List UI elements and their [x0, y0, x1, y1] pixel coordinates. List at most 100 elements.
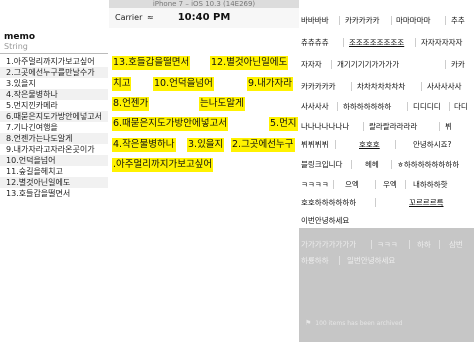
tag-item[interactable]: ㅋㅋㅋㅋ — [301, 180, 329, 190]
tag-separator — [337, 102, 338, 111]
highlight-word[interactable]: 6.때묻은지도가방안에넣고서 — [112, 117, 228, 131]
tag-separator — [409, 240, 410, 249]
tag-item[interactable]: 블링크입니다 — [301, 160, 342, 170]
tag-item[interactable]: 사사사사사 — [427, 82, 462, 92]
highlight-word[interactable]: 3.있을지 — [187, 138, 225, 152]
tag-separator — [405, 180, 406, 189]
archived-text: 100 items has been archived — [315, 320, 403, 327]
tag-separator — [407, 102, 408, 111]
archived-notice: ⚑ 100 items has been archived — [305, 319, 402, 327]
table-row[interactable]: 7.기나긴여행을 — [0, 122, 108, 133]
tag-item[interactable]: 자자자자자자 — [421, 38, 462, 48]
tag-item[interactable]: 꼬르르르륵 — [409, 198, 444, 208]
tag-separator — [371, 240, 372, 249]
status-time: 10:40 PM — [177, 12, 231, 23]
tag-separator — [421, 82, 422, 91]
highlight-word[interactable]: .아주멀리까지가보고싶어 — [112, 158, 214, 172]
simulator-window: iPhone 7 – iOS 10.3 (14E269) Carrier ≈ 1… — [109, 0, 299, 342]
tag-item[interactable]: 삼번 — [449, 240, 463, 250]
table-row[interactable]: 10.언덕을넘어 — [0, 155, 108, 166]
highlight-word[interactable]: 13.호들갑을떨면서 — [112, 56, 191, 70]
tag-separator — [439, 240, 440, 249]
tag-separator — [375, 180, 376, 189]
tag-item[interactable]: 자자자 — [301, 60, 322, 70]
tag-item[interactable]: 츄츄츄츄 — [301, 38, 329, 48]
highlight-text-view[interactable] — [109, 28, 299, 342]
tag-item[interactable]: 카카 — [451, 60, 465, 70]
highlight-word[interactable]: 12.별것아닌일에도 — [210, 56, 289, 70]
tag-item[interactable]: 이번안녕하세요 — [301, 216, 349, 226]
table-row[interactable]: 11.숲길을헤치고 — [0, 166, 108, 177]
highlight-word[interactable]: 2.그곳에선누구 — [231, 138, 295, 152]
tag-item[interactable]: ㅋㅋㅋ — [377, 240, 398, 250]
tag-separator — [415, 38, 416, 47]
tag-item[interactable]: 으엑 — [345, 180, 359, 190]
tag-item[interactable]: 내하하하핫 — [413, 180, 448, 190]
tag-separator — [351, 160, 352, 169]
tag-separator — [391, 160, 392, 169]
tag-separator — [375, 198, 376, 207]
tag-item[interactable]: 바바바바 — [301, 16, 329, 26]
column-type: String — [4, 42, 28, 51]
table-row[interactable]: 6.때묻은지도가방안에넣고서 — [0, 111, 108, 122]
table-row[interactable]: 5.먼지낀카메라 — [0, 100, 108, 111]
highlight-word[interactable]: 5.먼지 — [269, 117, 298, 131]
header-divider — [0, 53, 108, 54]
tag-item[interactable]: 차차차차차차차 — [357, 82, 405, 92]
tag-separator — [331, 60, 332, 69]
tag-item[interactable]: 카카카카카 — [345, 16, 380, 26]
highlight-word[interactable]: 4.작은물병하나 — [112, 138, 176, 152]
simulator-title: iPhone 7 – iOS 10.3 (14E269) — [109, 0, 299, 8]
table-row[interactable]: 3.있을지 — [0, 78, 108, 89]
tag-item[interactable]: 디디디디 — [413, 102, 441, 112]
archive-icon: ⚑ — [305, 319, 312, 327]
table-row[interactable]: 4.작은물병하나 — [0, 89, 108, 100]
tag-item[interactable]: 카카카카카 — [301, 82, 336, 92]
tag-item[interactable]: 안녕하시죠? — [413, 140, 451, 150]
tag-item[interactable]: 일번안녕하세요 — [347, 256, 395, 266]
tag-item[interactable]: 호호하하하하하하 — [301, 198, 356, 208]
table-row[interactable]: 1.아주멀리까지가보고싶어 — [0, 56, 108, 67]
highlight-word[interactable]: 10.언덕을넘어 — [153, 77, 214, 91]
table-row[interactable]: 2.그곳에선누구를만날수가 — [0, 67, 108, 78]
tag-item[interactable]: 뷔 — [445, 122, 452, 132]
tag-item[interactable]: 하하하하하하하 — [343, 102, 391, 112]
tag-separator — [339, 16, 340, 25]
column-title[interactable]: memo — [4, 32, 35, 42]
highlight-word[interactable]: 8.언젠가 — [112, 97, 150, 111]
tag-item[interactable]: 우엑 — [383, 180, 397, 190]
tag-item[interactable]: 추추 — [451, 16, 465, 26]
highlight-word[interactable]: 9.내가자라 — [247, 77, 294, 91]
tag-separator — [439, 122, 440, 131]
tag-item[interactable]: 가가가가가가가가 — [301, 240, 356, 250]
tag-separator — [343, 38, 344, 47]
tag-item[interactable]: 나나나나나나나 — [301, 122, 349, 132]
tag-item[interactable]: 개기기기기가가가가 — [337, 60, 399, 70]
tag-separator — [333, 180, 334, 189]
tag-item[interactable]: ㅎ하하하하하하하하 — [397, 160, 459, 170]
highlight-word[interactable]: 치고 — [112, 77, 132, 91]
memo-list-panel: memo String 1.아주멀리까지가보고싶어 2.그곳에선누구를만날수가 … — [0, 0, 108, 342]
tag-item[interactable]: 랄라랄라라라라 — [369, 122, 417, 132]
tag-item[interactable]: 뷔뷔뷔뷔 — [301, 140, 329, 150]
tag-item[interactable]: 마마마마마 — [396, 16, 431, 26]
tag-item[interactable]: 하룡하하 — [301, 256, 329, 266]
tag-separator — [449, 102, 450, 111]
tag-separator — [445, 16, 446, 25]
table-row[interactable]: 13.호들갑을떨면서 — [0, 188, 108, 199]
tag-item[interactable]: 호호호 — [359, 140, 380, 150]
tag-item[interactable]: 사사사사 — [301, 102, 329, 112]
tag-separator — [339, 256, 340, 265]
tag-item[interactable]: 헤헤 — [365, 160, 379, 170]
tag-separator — [363, 122, 364, 131]
tag-item[interactable]: 하하 — [417, 240, 431, 250]
tag-item[interactable]: 조조조조조조조조 — [349, 38, 404, 48]
tag-cloud-panel: 바바바바 카카카카카 마마마마마 추추 츄츄츄츄 조조조조조조조조 자자자자자자… — [299, 0, 474, 342]
table-row[interactable]: 12.별것아닌일에도 — [0, 177, 108, 188]
tag-separator — [335, 140, 336, 149]
tag-separator — [395, 140, 396, 149]
table-row[interactable]: 8.언젠가는나도알게 — [0, 133, 108, 144]
tag-item[interactable]: 다디 — [454, 102, 468, 112]
table-row[interactable]: 9.내가자라고자라온곳이가 — [0, 144, 108, 155]
highlight-word[interactable]: 는나도알게 — [199, 97, 245, 111]
